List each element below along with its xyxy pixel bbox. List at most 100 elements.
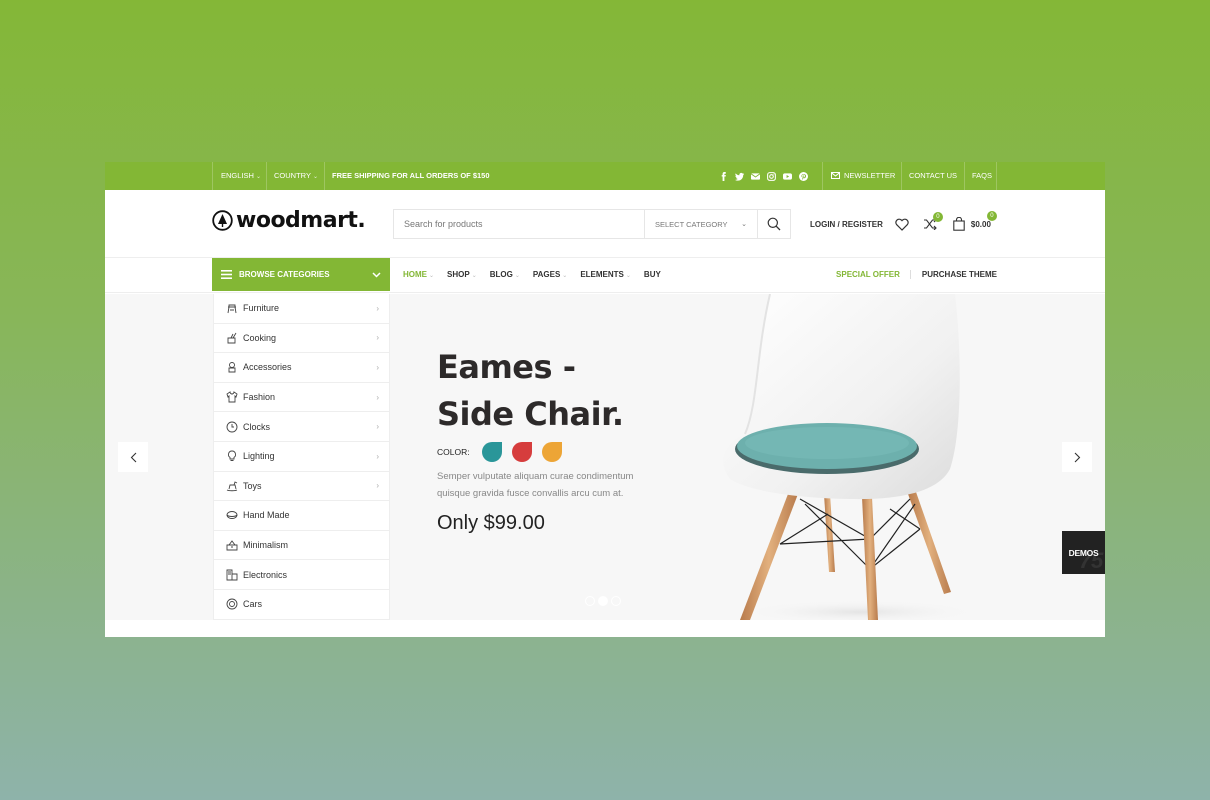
- slide-title-line1: Eames -: [437, 348, 576, 386]
- chevron-down-icon: ⌄: [562, 273, 568, 279]
- slider-prev-button[interactable]: [118, 442, 148, 472]
- chevron-right-icon: ›: [376, 451, 379, 461]
- slider-dot-1[interactable]: [585, 596, 595, 606]
- category-item-electronics[interactable]: Electronics: [214, 560, 389, 590]
- instagram-icon[interactable]: [767, 171, 776, 181]
- faqs-link[interactable]: FAQS: [964, 162, 997, 190]
- twitter-icon[interactable]: [735, 172, 744, 181]
- category-item-lighting[interactable]: Lighting ›: [214, 442, 389, 472]
- demos-button[interactable]: 75 DEMOS: [1062, 531, 1105, 574]
- country-selector[interactable]: COUNTRY ⌄: [266, 162, 324, 190]
- chevron-down-icon: ⌄: [471, 273, 477, 279]
- chevron-right-icon: ›: [376, 422, 379, 432]
- select-category-label: SELECT CATEGORY: [655, 219, 728, 229]
- language-label: ENGLISH: [221, 171, 254, 180]
- newsletter-link[interactable]: NEWSLETTER: [822, 162, 901, 190]
- youtube-icon[interactable]: [783, 172, 792, 181]
- facebook-icon[interactable]: [719, 171, 728, 181]
- nav-item-label: PAGES: [532, 270, 561, 279]
- electronics-icon: [226, 569, 238, 581]
- slide-description: Semper vulputate aliquam curae condiment…: [437, 468, 667, 502]
- clock-icon: [226, 421, 238, 433]
- slider-dot-2[interactable]: [598, 596, 608, 606]
- toys-icon: [226, 480, 238, 492]
- color-label: COLOR:: [437, 447, 470, 457]
- nav-item-elements[interactable]: ELEMENTS ⌄: [580, 270, 631, 279]
- accessories-icon: [226, 361, 238, 373]
- category-label: Toys: [243, 480, 262, 491]
- hand-made-icon: [226, 509, 238, 521]
- nav-item-shop[interactable]: SHOP ⌄: [447, 270, 477, 279]
- category-item-cooking[interactable]: Cooking ›: [214, 324, 389, 354]
- contact-us-link[interactable]: CONTACT US: [901, 162, 964, 190]
- furniture-icon: [226, 302, 238, 314]
- chevron-down-icon: [372, 271, 381, 278]
- cart-count-badge: 0: [986, 211, 997, 221]
- site-header: woodmart. SELECT CATEGORY ⌄ LOGIN / REGIS…: [105, 190, 1105, 258]
- color-swatch-teal[interactable]: [481, 442, 502, 462]
- category-label: Furniture: [243, 303, 280, 314]
- compare-button[interactable]: 0: [923, 212, 943, 230]
- category-item-fashion[interactable]: Fashion ›: [214, 383, 389, 413]
- nav-item-label: SHOP: [447, 270, 470, 279]
- search-input[interactable]: [394, 210, 644, 238]
- wishlist-button[interactable]: [895, 218, 909, 231]
- email-icon[interactable]: [751, 172, 760, 181]
- logo[interactable]: woodmart.: [212, 208, 366, 233]
- minimalism-icon: [226, 539, 238, 551]
- search-button[interactable]: [757, 210, 790, 238]
- category-item-accessories[interactable]: Accessories ›: [214, 353, 389, 383]
- chevron-down-icon: ⌄: [625, 273, 631, 279]
- chevron-right-icon: ›: [376, 362, 379, 372]
- cooking-icon: [226, 332, 238, 344]
- search-icon: [767, 217, 781, 231]
- nav-item-home[interactable]: HOME ⌄: [403, 270, 434, 279]
- search-form: SELECT CATEGORY ⌄: [393, 209, 791, 239]
- shopping-bag-icon: [953, 217, 965, 231]
- nav-item-pages[interactable]: PAGES ⌄: [533, 270, 567, 279]
- shipping-notice: FREE SHIPPING FOR ALL ORDERS OF $150: [324, 162, 490, 190]
- top-bar: ENGLISH ⌄ COUNTRY ⌄ FREE SHIPPING FOR ALL …: [105, 162, 1105, 190]
- faqs-label: FAQS: [972, 171, 993, 180]
- slide-title-line2: Side Chair.: [437, 395, 624, 433]
- category-label: Lighting: [243, 451, 275, 462]
- nav-item-blog[interactable]: BLOG ⌄: [490, 270, 520, 279]
- fashion-icon: [226, 391, 238, 403]
- cars-icon: [226, 598, 238, 610]
- lighting-icon: [226, 450, 238, 462]
- eames-chair-image: [723, 294, 970, 620]
- color-swatch-red[interactable]: [511, 442, 532, 462]
- category-item-toys[interactable]: Toys ›: [214, 472, 389, 502]
- tree-logo-icon: [212, 210, 233, 231]
- nav-item-buy[interactable]: BUY: [644, 270, 661, 279]
- category-item-clocks[interactable]: Clocks ›: [214, 412, 389, 442]
- chevron-right-icon: ›: [376, 333, 379, 343]
- category-item-minimalism[interactable]: Minimalism: [214, 531, 389, 561]
- purchase-theme-link[interactable]: PURCHASE THEME: [911, 270, 997, 279]
- hamburger-menu-icon: [221, 270, 232, 279]
- chevron-down-icon: ⌄: [741, 221, 747, 228]
- header-actions: LOGIN / REGISTER 0 0 $0.00: [810, 190, 997, 258]
- category-label: Minimalism: [243, 540, 288, 551]
- pinterest-icon[interactable]: [799, 171, 808, 181]
- social-links: [719, 162, 808, 190]
- special-offer-link[interactable]: SPECIAL OFFER: [836, 270, 911, 279]
- login-register-link[interactable]: LOGIN / REGISTER: [810, 220, 883, 229]
- category-item-hand-made[interactable]: Hand Made: [214, 501, 389, 531]
- select-category-dropdown[interactable]: SELECT CATEGORY ⌄: [644, 210, 757, 238]
- language-selector[interactable]: ENGLISH ⌄: [212, 162, 266, 190]
- color-swatches: COLOR:: [437, 442, 667, 462]
- category-item-furniture[interactable]: Furniture ›: [214, 294, 389, 324]
- slider-dot-3[interactable]: [611, 596, 621, 606]
- chevron-right-icon: ›: [376, 481, 379, 491]
- browse-categories-button[interactable]: BROWSE CATEGORIES: [212, 258, 390, 291]
- shipping-text: FREE SHIPPING FOR ALL ORDERS OF $150: [332, 171, 490, 180]
- cart-total: $0.00: [970, 219, 991, 229]
- nav-item-label: BUY: [643, 270, 661, 279]
- cart-button[interactable]: 0 $0.00: [953, 211, 997, 231]
- browse-categories-label: BROWSE CATEGORIES: [239, 270, 330, 279]
- category-item-cars[interactable]: Cars: [214, 590, 389, 620]
- category-label: Cooking: [243, 332, 277, 343]
- color-swatch-orange[interactable]: [541, 442, 562, 462]
- slider-next-button[interactable]: [1062, 442, 1092, 472]
